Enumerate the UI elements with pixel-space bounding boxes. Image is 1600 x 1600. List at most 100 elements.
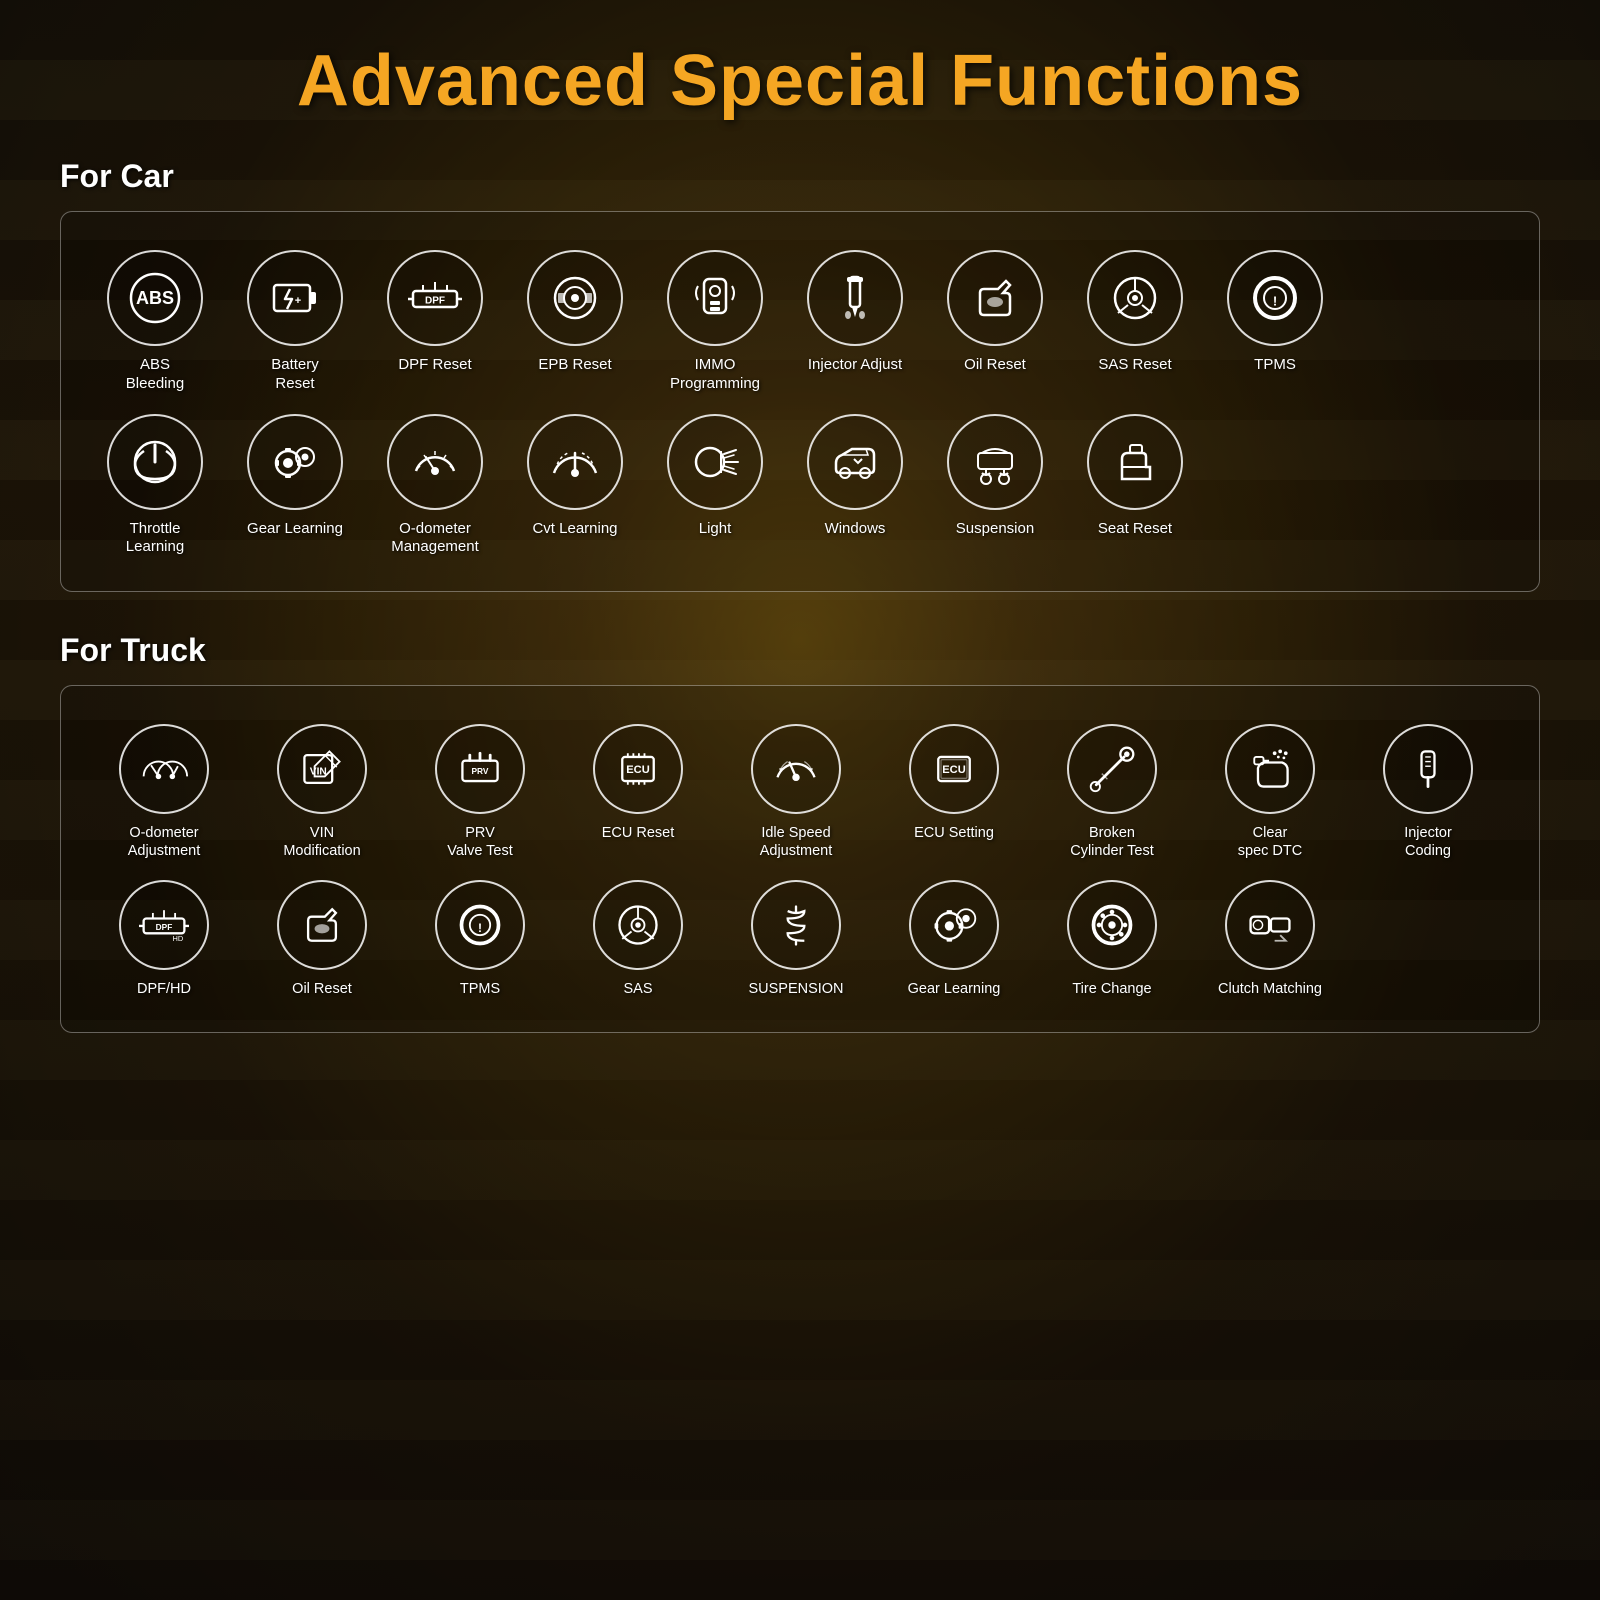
tpms-label: TPMS [1254, 356, 1296, 375]
tpms-truck-icon: ! [455, 900, 505, 950]
car-section: For Car ABS ABSBleeding [60, 158, 1540, 592]
tpms-truck-item: ! TPMS [401, 870, 559, 1008]
injector-coding-icon [1403, 744, 1453, 794]
vin-modification-label: VINModification [283, 824, 360, 860]
epb-reset-item: EPB Reset [505, 240, 645, 404]
ecu-setting-icon-circle: ECU [909, 724, 999, 814]
cvt-learning-icon-circle [527, 414, 623, 510]
oil-reset-icon [968, 271, 1022, 325]
abs-bleeding-icon-circle: ABS [107, 250, 203, 346]
vin-modification-icon-circle: VIN [277, 724, 367, 814]
sas-reset-icon [1108, 271, 1162, 325]
gear-learning-truck-icon-circle [909, 880, 999, 970]
sas-truck-icon [613, 900, 663, 950]
gear-learning-icon [268, 435, 322, 489]
seat-reset-icon [1108, 435, 1162, 489]
tire-change-label: Tire Change [1072, 980, 1151, 998]
prv-valve-test-label: PRVValve Test [447, 824, 513, 860]
abs-bleeding-item: ABS ABSBleeding [85, 240, 225, 404]
windows-icon [828, 435, 882, 489]
abs-bleeding-label: ABSBleeding [126, 356, 184, 394]
suspension-label: Suspension [956, 520, 1034, 539]
main-content: Advanced Special Functions For Car ABS A… [0, 0, 1600, 1113]
injector-adjust-icon-circle [807, 250, 903, 346]
clutch-matching-item: Clutch Matching [1191, 870, 1349, 1008]
injector-coding-label: InjectorCoding [1404, 824, 1452, 860]
immo-programming-label: IMMOProgramming [670, 356, 760, 394]
dpf-reset-label: DPF Reset [398, 356, 471, 375]
truck-section-box: O-dometerAdjustment VIN VINModification [60, 685, 1540, 1033]
tpms-truck-icon-circle: ! [435, 880, 525, 970]
battery-reset-label: BatteryReset [271, 356, 319, 394]
immo-programming-icon-circle [667, 250, 763, 346]
throttle-learning-label: ThrottleLearning [126, 520, 184, 558]
oil-reset-label: Oil Reset [964, 356, 1026, 375]
tire-change-icon-circle [1067, 880, 1157, 970]
tpms-truck-label: TPMS [460, 980, 500, 998]
epb-reset-label: EPB Reset [538, 356, 611, 375]
cvt-learning-item: Cvt Learning [505, 404, 645, 568]
dpf-reset-icon-circle: DPF [387, 250, 483, 346]
clutch-matching-icon-circle [1225, 880, 1315, 970]
windows-label: Windows [825, 520, 886, 539]
clutch-matching-icon [1245, 900, 1295, 950]
suspension-icon [968, 435, 1022, 489]
tpms-icon-circle: ! [1227, 250, 1323, 346]
ecu-reset-icon: ECU [613, 744, 663, 794]
clear-spec-dtc-label: Clearspec DTC [1238, 824, 1302, 860]
svg-text:!: ! [1273, 293, 1277, 308]
suspension-truck-label: SUSPENSION [748, 980, 843, 998]
dpf-hd-label: DPF/HD [137, 980, 191, 998]
gear-learning-icon-circle [247, 414, 343, 510]
windows-item: Windows [785, 404, 925, 568]
prv-valve-test-icon-circle: PRV [435, 724, 525, 814]
broken-cylinder-test-icon-circle [1067, 724, 1157, 814]
clear-spec-dtc-icon [1245, 744, 1295, 794]
gear-learning-truck-item: Gear Learning [875, 870, 1033, 1008]
light-icon [688, 435, 742, 489]
car-section-box: ABS ABSBleeding [60, 211, 1540, 592]
ecu-setting-icon: ECU [929, 744, 979, 794]
dpf-hd-icon: DPF HD [139, 900, 189, 950]
light-label: Light [699, 520, 732, 539]
battery-reset-icon-circle: + [247, 250, 343, 346]
odometer-management-item: O-dometerManagement [365, 404, 505, 568]
oil-reset-truck-label: Oil Reset [292, 980, 352, 998]
svg-text:ECU: ECU [626, 764, 649, 776]
vin-modification-item: VIN VINModification [243, 714, 401, 870]
broken-cylinder-test-item: BrokenCylinder Test [1033, 714, 1191, 870]
sas-truck-icon-circle [593, 880, 683, 970]
odometer-adjustment-label: O-dometerAdjustment [128, 824, 201, 860]
immo-programming-item: IMMOProgramming [645, 240, 785, 404]
clear-spec-dtc-icon-circle [1225, 724, 1315, 814]
tire-change-icon [1087, 900, 1137, 950]
ecu-reset-item: ECU ECU Reset [559, 714, 717, 870]
oil-reset-truck-item: Oil Reset [243, 870, 401, 1008]
oil-reset-icon-circle [947, 250, 1043, 346]
dpf-reset-item: DPF DPF Reset [365, 240, 505, 404]
odometer-management-icon-circle [387, 414, 483, 510]
injector-adjust-label: Injector Adjust [808, 356, 902, 375]
oil-reset-truck-icon [297, 900, 347, 950]
odometer-management-icon [408, 435, 462, 489]
cvt-learning-label: Cvt Learning [532, 520, 617, 539]
prv-valve-test-icon: PRV [455, 744, 505, 794]
truck-row-2: DPF HD DPF/HD [85, 870, 1515, 1008]
throttle-learning-icon [128, 435, 182, 489]
cvt-learning-icon [548, 435, 602, 489]
oil-reset-truck-icon-circle [277, 880, 367, 970]
light-icon-circle [667, 414, 763, 510]
windows-icon-circle [807, 414, 903, 510]
prv-valve-test-item: PRV PRVValve Test [401, 714, 559, 870]
epb-reset-icon-circle [527, 250, 623, 346]
immo-programming-icon [688, 271, 742, 325]
epb-reset-icon [548, 271, 602, 325]
gear-learning-truck-label: Gear Learning [908, 980, 1001, 998]
truck-section-title: For Truck [60, 632, 1540, 669]
seat-reset-label: Seat Reset [1098, 520, 1172, 539]
odometer-management-label: O-dometerManagement [391, 520, 479, 558]
suspension-truck-icon [771, 900, 821, 950]
sas-reset-icon-circle [1087, 250, 1183, 346]
dpf-hd-item: DPF HD DPF/HD [85, 870, 243, 1008]
injector-adjust-item: Injector Adjust [785, 240, 925, 404]
